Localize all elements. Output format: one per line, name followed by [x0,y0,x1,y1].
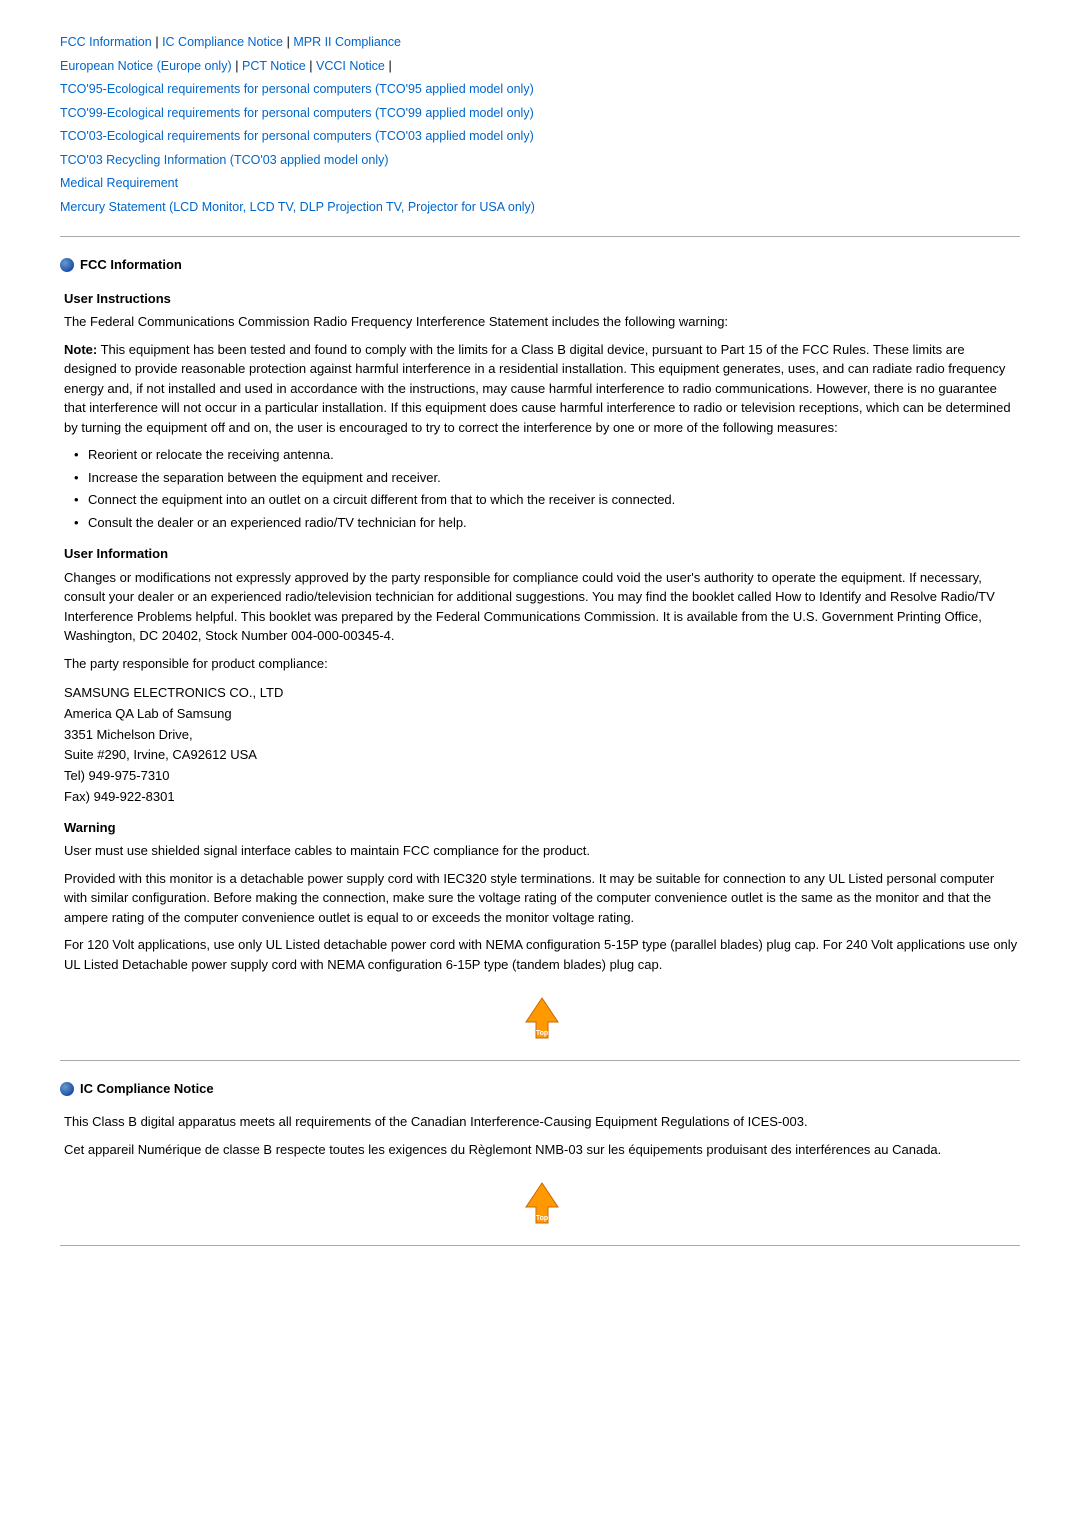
user-information-para2: The party responsible for product compli… [64,654,1020,674]
nav-links: FCC Information | IC Compliance Notice |… [60,30,1020,218]
svg-text:Top: Top [536,1215,548,1222]
ic-section-header: IC Compliance Notice [60,1079,1020,1099]
warning-title: Warning [64,818,1020,838]
nav-link-tco03[interactable]: TCO'03-Ecological requirements for perso… [60,129,534,143]
ic-bullet-icon [60,1082,74,1096]
fcc-section-header: FCC Information [60,255,1020,275]
nav-link-tco99[interactable]: TCO'99-Ecological requirements for perso… [60,106,534,120]
bullet-item-3: Connect the equipment into an outlet on … [74,490,1020,510]
ic-section: IC Compliance Notice This Class B digita… [60,1079,1020,1233]
ic-para2: Cet appareil Numérique de classe B respe… [64,1140,1020,1160]
note-text: This equipment has been tested and found… [64,342,1011,435]
svg-text:Top: Top [536,1030,548,1037]
nav-link-european[interactable]: European Notice (Europe only) [60,59,232,73]
fcc-top-button-container: Top [64,994,1020,1048]
divider-top [60,236,1020,237]
nav-link-medical[interactable]: Medical Requirement [60,176,178,190]
ic-top-button[interactable]: Top [518,1179,566,1233]
nav-link-ic[interactable]: IC Compliance Notice [162,35,283,49]
divider-bottom [60,1245,1020,1246]
nav-link-tco03r[interactable]: TCO'03 Recycling Information (TCO'03 app… [60,153,389,167]
warning-para2: Provided with this monitor is a detachab… [64,869,1020,928]
note-label: Note: [64,342,97,357]
ic-para1: This Class B digital apparatus meets all… [64,1112,1020,1132]
divider-ic [60,1060,1020,1061]
fcc-title: FCC Information [80,255,182,275]
warning-para1: User must use shielded signal interface … [64,841,1020,861]
nav-link-mercury[interactable]: Mercury Statement (LCD Monitor, LCD TV, … [60,200,535,214]
user-instructions-note: Note: This equipment has been tested and… [64,340,1020,438]
nav-link-mpr[interactable]: MPR II Compliance [293,35,401,49]
ic-top-button-container: Top [64,1179,1020,1233]
fcc-bullets: Reorient or relocate the receiving anten… [74,445,1020,532]
nav-link-vcci[interactable]: VCCI Notice [316,59,385,73]
bullet-item-4: Consult the dealer or an experienced rad… [74,513,1020,533]
warning-para3: For 120 Volt applications, use only UL L… [64,935,1020,974]
user-instructions-title: User Instructions [64,289,1020,309]
user-information-title: User Information [64,544,1020,564]
nav-link-fcc[interactable]: FCC Information [60,35,152,49]
ic-title: IC Compliance Notice [80,1079,214,1099]
address-block: SAMSUNG ELECTRONICS CO., LTDAmerica QA L… [64,683,1020,808]
address-text: SAMSUNG ELECTRONICS CO., LTDAmerica QA L… [64,685,283,804]
bullet-item-1: Reorient or relocate the receiving anten… [74,445,1020,465]
nav-link-tco95[interactable]: TCO'95-Ecological requirements for perso… [60,82,534,96]
user-information-para1: Changes or modifications not expressly a… [64,568,1020,646]
fcc-section: FCC Information User Instructions The Fe… [60,255,1020,1048]
user-instructions-para1: The Federal Communications Commission Ra… [64,312,1020,332]
bullet-item-2: Increase the separation between the equi… [74,468,1020,488]
nav-link-pct[interactable]: PCT Notice [242,59,306,73]
fcc-bullet-icon [60,258,74,272]
fcc-top-button[interactable]: Top [518,994,566,1048]
fcc-content: User Instructions The Federal Communicat… [60,289,1020,1048]
ic-content: This Class B digital apparatus meets all… [60,1112,1020,1233]
